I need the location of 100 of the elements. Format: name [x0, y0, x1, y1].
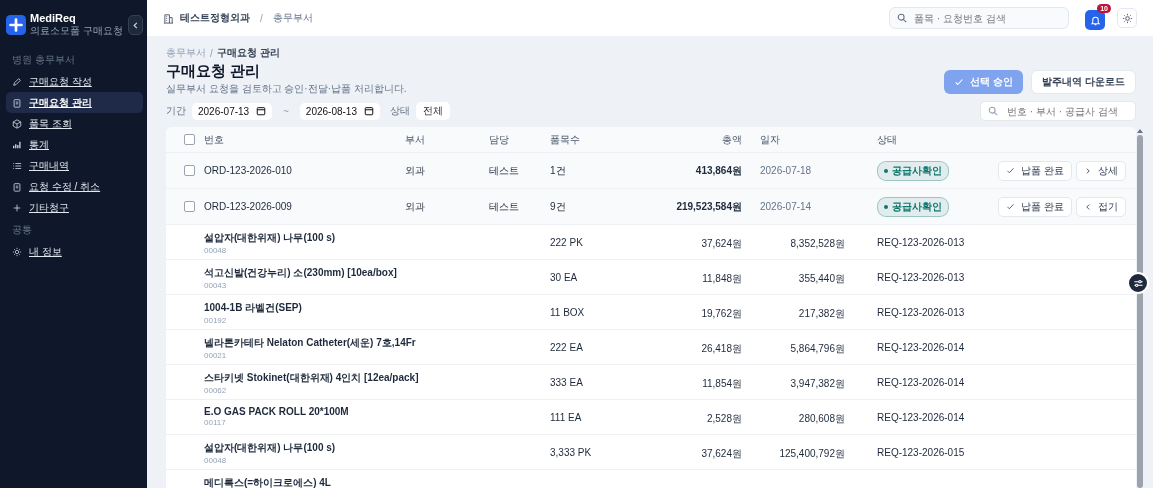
nav-item[interactable]: 구매요청 작성: [6, 71, 143, 92]
table-cell-text: 280,608원: [797, 412, 846, 426]
chevron-right-icon: [1084, 166, 1092, 175]
table-cell-text: 2,528원: [705, 412, 742, 426]
table-cell-text: 19,762원: [700, 307, 742, 321]
breadcrumb-text: 구매요청 관리: [216, 46, 280, 60]
check-icon: [1006, 202, 1016, 211]
search-field[interactable]: 번호 · 부서 · 공급사 검색: [980, 101, 1136, 121]
table-cell-text: 11 BOX: [550, 306, 586, 318]
building-icon: [163, 12, 174, 24]
range-separator: ~: [283, 105, 289, 117]
breadcrumb-separator: /: [210, 47, 213, 59]
item-code: 00192: [204, 316, 228, 325]
date-field[interactable]: 2026-08-13: [299, 102, 380, 120]
check-icon: [1006, 166, 1016, 175]
table-cell-text: 11,854원: [701, 377, 742, 391]
status-badge: 공급사확인: [877, 196, 949, 217]
logo-icon: [6, 15, 26, 35]
table-cell-text: 8,352,528원: [789, 237, 846, 251]
column-header: 상태: [877, 132, 898, 147]
period-label: 기간: [166, 104, 186, 118]
table-cell-text: 222 EA: [550, 341, 584, 353]
nav-item[interactable]: 품목 조회: [6, 113, 143, 134]
table-cell-text: 3,333 PK: [550, 446, 593, 458]
nav-item[interactable]: 내 정보: [6, 241, 143, 262]
item-code: 00048: [204, 456, 228, 465]
table-cell-text: 3,947,382원: [789, 377, 846, 391]
table-cell-text: 테스트: [489, 199, 520, 214]
plus-icon: [12, 202, 22, 213]
row-checkbox[interactable]: [183, 165, 195, 176]
table-cell-text: REQ-123-2026-014: [877, 411, 966, 423]
check-icon: [954, 77, 965, 87]
notification-button[interactable]: [1085, 10, 1105, 30]
date-field[interactable]: 2026-07-13: [192, 102, 272, 120]
nav-item[interactable]: 구매요청 관리: [6, 92, 143, 113]
table-cell-text: ORD-123-2026-009: [204, 201, 293, 212]
calendar-icon: [363, 106, 374, 116]
row-checkbox[interactable]: [183, 201, 195, 212]
table-cell-text: 37,624원: [700, 237, 742, 251]
column-header: 일자: [759, 132, 781, 147]
nav-item[interactable]: 요청 수정 / 취소: [6, 176, 143, 197]
delivery-complete-button[interactable]: 납품 완료: [998, 160, 1072, 181]
column-header: 부서: [405, 132, 426, 147]
item-name: 설압자(대한위재) 나무(100 s): [204, 231, 337, 245]
nav-item[interactable]: 통계: [6, 134, 143, 155]
item-name: 설압자(대한위재) 나무(100 s): [204, 441, 337, 455]
column-header: 총액: [721, 132, 742, 147]
table-cell-text: 219,523,584원: [675, 199, 742, 214]
status-label: 상태: [389, 104, 410, 118]
table-cell-text: 355,440원: [797, 272, 846, 286]
collapse-button[interactable]: [128, 15, 143, 35]
item-code: 00043: [204, 281, 228, 290]
table-cell-text: 외과: [405, 199, 426, 214]
item-name: 스타키넷 Stokinet(대한위재) 4인치 [12ea/pack]: [204, 371, 420, 385]
download-button[interactable]: 발주내역 다운로드: [1031, 70, 1136, 94]
app-subtitle: 의료소모품 구매요청: [30, 24, 123, 38]
item-code: 00021: [204, 351, 228, 360]
breadcrumb-separator: /: [260, 12, 263, 24]
status-dropdown[interactable]: 전체: [415, 102, 450, 120]
nav-item[interactable]: 구매내역: [6, 155, 143, 176]
bell-icon: [1089, 14, 1101, 26]
table-cell-text: 외과: [405, 163, 426, 178]
table-cell-text: REQ-123-2026-013: [877, 271, 966, 283]
chevron-left-icon: [131, 20, 140, 30]
table-cell-text: REQ-123-2026-014: [877, 341, 966, 353]
table-cell-text: 217,382원: [797, 307, 846, 321]
table-cell-text: 2026-07-14: [759, 201, 813, 212]
breadcrumb-text: 총무부서: [272, 11, 313, 25]
table-cell-text: REQ-123-2026-013: [877, 306, 966, 318]
clipboard-icon: [12, 97, 22, 108]
table-cell-text: 26,418원: [700, 342, 742, 356]
status-badge: 공급사확인: [877, 160, 949, 181]
table-cell-text: 37,624원: [700, 447, 742, 461]
item-name: 메디록스(=하이크로에스) 4L: [204, 476, 332, 488]
page-title: 구매요청 관리: [166, 62, 262, 81]
table-cell-text: 125,400,792원: [778, 447, 846, 461]
filter-toggle-button[interactable]: [1127, 272, 1149, 294]
nav-item[interactable]: 기타청구: [6, 197, 143, 218]
item-code: 00048: [204, 246, 228, 255]
table-cell-text: REQ-123-2026-015: [877, 446, 966, 458]
table-cell-text: 222 PK: [550, 236, 584, 248]
column-header: 품목수: [550, 132, 581, 147]
pencil-icon: [12, 76, 22, 87]
list-icon: [12, 160, 22, 171]
collapse-row-button[interactable]: 접기: [1076, 196, 1126, 217]
theme-button[interactable]: [1117, 8, 1137, 28]
detail-button[interactable]: 상세: [1076, 160, 1126, 181]
search-field[interactable]: 품목 · 요청번호 검색: [889, 7, 1069, 29]
chevron-left-icon: [1084, 202, 1092, 211]
breadcrumb-link[interactable]: 테스트정형외과: [180, 11, 250, 25]
item-code: 00062: [204, 386, 228, 395]
select-all-checkbox[interactable]: [183, 134, 195, 145]
table-cell-text: 테스트: [489, 163, 520, 178]
item-name: 석고신발(건강누리) 소(230mm) [10ea/box]: [204, 266, 398, 280]
table-cell-text: 333 EA: [550, 376, 584, 388]
delivery-complete-button[interactable]: 납품 완료: [998, 196, 1072, 217]
table-cell-text: 11,848원: [701, 272, 742, 286]
app-name: MediReq: [30, 12, 76, 24]
column-header: 담당: [489, 132, 510, 147]
bar-chart-icon: [12, 139, 22, 150]
